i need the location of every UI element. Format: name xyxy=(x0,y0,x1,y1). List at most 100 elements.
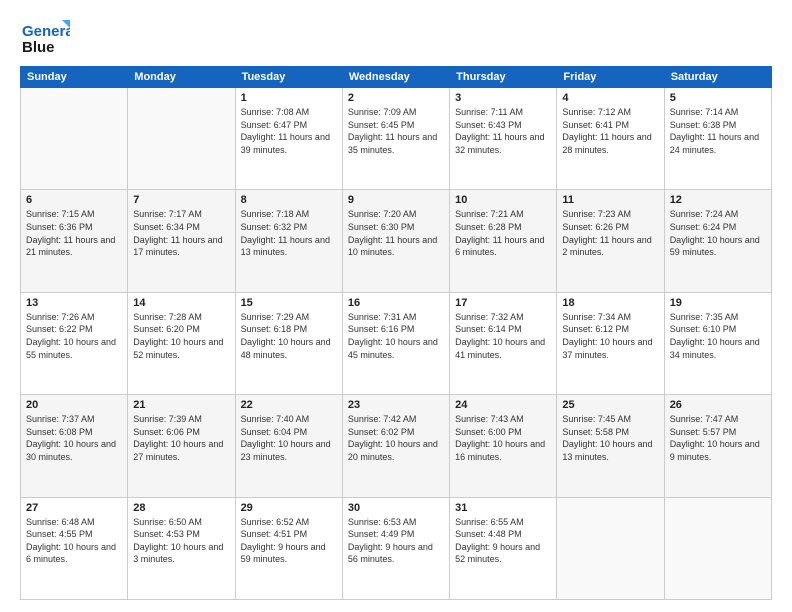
day-info: Sunrise: 7:08 AM Sunset: 6:47 PM Dayligh… xyxy=(241,106,337,156)
day-number: 27 xyxy=(26,502,122,514)
day-info: Sunrise: 7:45 AM Sunset: 5:58 PM Dayligh… xyxy=(562,413,658,463)
day-info: Sunrise: 7:40 AM Sunset: 6:04 PM Dayligh… xyxy=(241,413,337,463)
day-header-wednesday: Wednesday xyxy=(342,67,449,88)
calendar-header-row: SundayMondayTuesdayWednesdayThursdayFrid… xyxy=(21,67,772,88)
day-number: 15 xyxy=(241,297,337,309)
day-info: Sunrise: 7:23 AM Sunset: 6:26 PM Dayligh… xyxy=(562,208,658,258)
day-info: Sunrise: 7:43 AM Sunset: 6:00 PM Dayligh… xyxy=(455,413,551,463)
calendar-cell: 18 Sunrise: 7:34 AM Sunset: 6:12 PM Dayli… xyxy=(557,292,664,394)
day-info: Sunrise: 7:37 AM Sunset: 6:08 PM Dayligh… xyxy=(26,413,122,463)
calendar-week-row: 6 Sunrise: 7:15 AM Sunset: 6:36 PM Daylig… xyxy=(21,190,772,292)
calendar-cell: 24 Sunrise: 7:43 AM Sunset: 6:00 PM Dayli… xyxy=(450,395,557,497)
day-number: 6 xyxy=(26,194,122,206)
day-info: Sunrise: 7:39 AM Sunset: 6:06 PM Dayligh… xyxy=(133,413,229,463)
day-number: 1 xyxy=(241,92,337,104)
logo: General Blue xyxy=(20,16,74,56)
day-info: Sunrise: 7:29 AM Sunset: 6:18 PM Dayligh… xyxy=(241,311,337,361)
day-number: 26 xyxy=(670,399,766,411)
day-info: Sunrise: 7:12 AM Sunset: 6:41 PM Dayligh… xyxy=(562,106,658,156)
calendar-cell: 1 Sunrise: 7:08 AM Sunset: 6:47 PM Daylig… xyxy=(235,88,342,190)
calendar-cell: 27 Sunrise: 6:48 AM Sunset: 4:55 PM Dayli… xyxy=(21,497,128,599)
calendar-cell: 21Sunrise: 7:39 AM Sunset: 6:06 PM Dayli… xyxy=(128,395,235,497)
calendar-table: SundayMondayTuesdayWednesdayThursdayFrid… xyxy=(20,66,772,600)
calendar-cell: 23Sunrise: 7:42 AM Sunset: 6:02 PM Dayli… xyxy=(342,395,449,497)
svg-text:Blue: Blue xyxy=(22,39,55,56)
day-number: 3 xyxy=(455,92,551,104)
day-info: Sunrise: 7:31 AM Sunset: 6:16 PM Dayligh… xyxy=(348,311,444,361)
day-header-tuesday: Tuesday xyxy=(235,67,342,88)
day-header-sunday: Sunday xyxy=(21,67,128,88)
day-number: 8 xyxy=(241,194,337,206)
calendar-cell: 9 Sunrise: 7:20 AM Sunset: 6:30 PM Daylig… xyxy=(342,190,449,292)
calendar-cell xyxy=(128,88,235,190)
day-info: Sunrise: 7:14 AM Sunset: 6:38 PM Dayligh… xyxy=(670,106,766,156)
logo-icon: General Blue xyxy=(20,16,70,56)
calendar-cell: 26Sunrise: 7:47 AM Sunset: 5:57 PM Dayli… xyxy=(664,395,771,497)
calendar-cell: 20Sunrise: 7:37 AM Sunset: 6:08 PM Dayli… xyxy=(21,395,128,497)
calendar-cell: 10Sunrise: 7:21 AM Sunset: 6:28 PM Dayli… xyxy=(450,190,557,292)
day-number: 12 xyxy=(670,194,766,206)
calendar-cell: 13 Sunrise: 7:26 AM Sunset: 6:22 PM Dayli… xyxy=(21,292,128,394)
calendar-cell: 4 Sunrise: 7:12 AM Sunset: 6:41 PM Daylig… xyxy=(557,88,664,190)
day-number: 11 xyxy=(562,194,658,206)
day-number: 31 xyxy=(455,502,551,514)
day-number: 18 xyxy=(562,297,658,309)
calendar-cell: 16Sunrise: 7:31 AM Sunset: 6:16 PM Dayli… xyxy=(342,292,449,394)
calendar-cell: 8 Sunrise: 7:18 AM Sunset: 6:32 PM Daylig… xyxy=(235,190,342,292)
calendar-cell: 29 Sunrise: 6:52 AM Sunset: 4:51 PM Dayli… xyxy=(235,497,342,599)
calendar-cell xyxy=(21,88,128,190)
calendar-cell: 12Sunrise: 7:24 AM Sunset: 6:24 PM Dayli… xyxy=(664,190,771,292)
day-number: 24 xyxy=(455,399,551,411)
day-number: 29 xyxy=(241,502,337,514)
day-number: 2 xyxy=(348,92,444,104)
calendar-cell: 22 Sunrise: 7:40 AM Sunset: 6:04 PM Dayli… xyxy=(235,395,342,497)
day-header-saturday: Saturday xyxy=(664,67,771,88)
day-info: Sunrise: 7:28 AM Sunset: 6:20 PM Dayligh… xyxy=(133,311,229,361)
calendar-cell xyxy=(664,497,771,599)
day-info: Sunrise: 7:26 AM Sunset: 6:22 PM Dayligh… xyxy=(26,311,122,361)
calendar-cell: 30Sunrise: 6:53 AM Sunset: 4:49 PM Dayli… xyxy=(342,497,449,599)
calendar-cell: 5 Sunrise: 7:14 AM Sunset: 6:38 PM Daylig… xyxy=(664,88,771,190)
day-info: Sunrise: 6:52 AM Sunset: 4:51 PM Dayligh… xyxy=(241,516,337,566)
calendar-cell: 6 Sunrise: 7:15 AM Sunset: 6:36 PM Daylig… xyxy=(21,190,128,292)
day-info: Sunrise: 6:48 AM Sunset: 4:55 PM Dayligh… xyxy=(26,516,122,566)
calendar-cell: 11 Sunrise: 7:23 AM Sunset: 6:26 PM Dayli… xyxy=(557,190,664,292)
day-info: Sunrise: 7:35 AM Sunset: 6:10 PM Dayligh… xyxy=(670,311,766,361)
day-number: 22 xyxy=(241,399,337,411)
day-header-thursday: Thursday xyxy=(450,67,557,88)
svg-text:General: General xyxy=(22,23,70,40)
calendar-cell: 25Sunrise: 7:45 AM Sunset: 5:58 PM Dayli… xyxy=(557,395,664,497)
day-number: 9 xyxy=(348,194,444,206)
day-info: Sunrise: 7:32 AM Sunset: 6:14 PM Dayligh… xyxy=(455,311,551,361)
calendar-week-row: 27 Sunrise: 6:48 AM Sunset: 4:55 PM Dayli… xyxy=(21,497,772,599)
day-number: 5 xyxy=(670,92,766,104)
calendar-cell: 7 Sunrise: 7:17 AM Sunset: 6:34 PM Daylig… xyxy=(128,190,235,292)
day-number: 23 xyxy=(348,399,444,411)
day-number: 4 xyxy=(562,92,658,104)
calendar-cell: 19 Sunrise: 7:35 AM Sunset: 6:10 PM Dayli… xyxy=(664,292,771,394)
calendar-cell: 3Sunrise: 7:11 AM Sunset: 6:43 PM Daylig… xyxy=(450,88,557,190)
calendar-cell: 14Sunrise: 7:28 AM Sunset: 6:20 PM Dayli… xyxy=(128,292,235,394)
calendar-cell: 17Sunrise: 7:32 AM Sunset: 6:14 PM Dayli… xyxy=(450,292,557,394)
day-number: 13 xyxy=(26,297,122,309)
calendar-week-row: 1 Sunrise: 7:08 AM Sunset: 6:47 PM Daylig… xyxy=(21,88,772,190)
day-info: Sunrise: 7:09 AM Sunset: 6:45 PM Dayligh… xyxy=(348,106,444,156)
header: General Blue xyxy=(20,16,772,56)
calendar-cell: 15 Sunrise: 7:29 AM Sunset: 6:18 PM Dayli… xyxy=(235,292,342,394)
day-number: 7 xyxy=(133,194,229,206)
day-info: Sunrise: 7:18 AM Sunset: 6:32 PM Dayligh… xyxy=(241,208,337,258)
day-info: Sunrise: 7:20 AM Sunset: 6:30 PM Dayligh… xyxy=(348,208,444,258)
day-header-friday: Friday xyxy=(557,67,664,88)
calendar-week-row: 20Sunrise: 7:37 AM Sunset: 6:08 PM Dayli… xyxy=(21,395,772,497)
day-number: 28 xyxy=(133,502,229,514)
calendar-cell: 28 Sunrise: 6:50 AM Sunset: 4:53 PM Dayli… xyxy=(128,497,235,599)
day-info: Sunrise: 7:34 AM Sunset: 6:12 PM Dayligh… xyxy=(562,311,658,361)
day-info: Sunrise: 6:55 AM Sunset: 4:48 PM Dayligh… xyxy=(455,516,551,566)
day-number: 19 xyxy=(670,297,766,309)
calendar-week-row: 13 Sunrise: 7:26 AM Sunset: 6:22 PM Dayli… xyxy=(21,292,772,394)
day-number: 10 xyxy=(455,194,551,206)
calendar-cell: 2 Sunrise: 7:09 AM Sunset: 6:45 PM Daylig… xyxy=(342,88,449,190)
day-info: Sunrise: 7:17 AM Sunset: 6:34 PM Dayligh… xyxy=(133,208,229,258)
day-info: Sunrise: 6:50 AM Sunset: 4:53 PM Dayligh… xyxy=(133,516,229,566)
day-info: Sunrise: 7:15 AM Sunset: 6:36 PM Dayligh… xyxy=(26,208,122,258)
